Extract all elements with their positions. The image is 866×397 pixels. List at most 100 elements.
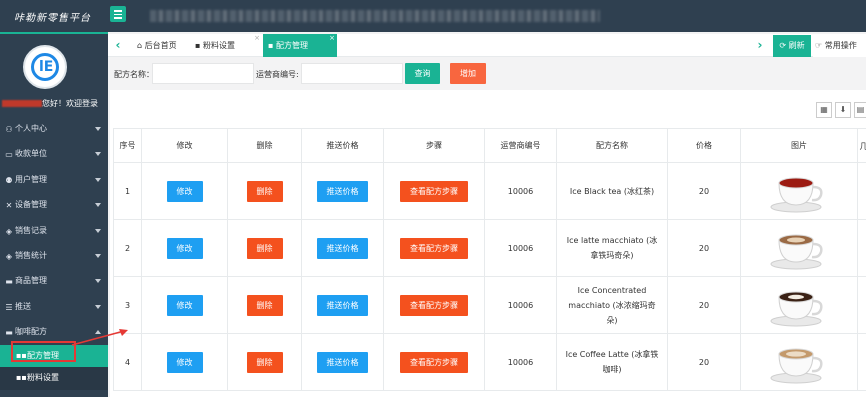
tab-recipe-management[interactable]: ▪ 配方管理 × xyxy=(263,34,337,57)
cell-operator-id: 10006 xyxy=(484,162,557,220)
push-price-button[interactable]: 推送价格 xyxy=(317,294,368,316)
cell-price: 20 xyxy=(667,219,741,277)
black-tea-cup-image xyxy=(770,177,823,213)
sidebar-item-products[interactable]: ▬ 商品管理 xyxy=(0,268,108,293)
recipe-name-label: 配方名称： xyxy=(114,70,154,79)
col-header-push-price[interactable]: 推送价格 xyxy=(301,128,384,163)
table-panel: ▦ ⬇ ▤ 序号 修改 删除 推送价格 步骤 运营商编号 配方名称 价格 图片 … xyxy=(110,90,866,397)
refresh-button[interactable]: ⟳ 刷新 xyxy=(773,35,811,57)
common-ops-button[interactable]: ☞ 常用操作 xyxy=(813,34,866,57)
col-header-recipe-name[interactable]: 配方名称 xyxy=(556,128,668,163)
table-row: 2 修改 删除 推送价格 查看配方步骤 10006 Ice latte macc… xyxy=(113,219,866,277)
sidebar-item-users[interactable]: ⚉ 用户管理 xyxy=(0,167,108,192)
query-button[interactable]: 查询 xyxy=(405,63,440,84)
add-button[interactable]: 增加 xyxy=(450,63,486,84)
operator-id-input[interactable] xyxy=(301,63,403,84)
tab-close-icon[interactable]: × xyxy=(329,27,335,50)
col-header-index[interactable]: 序号 xyxy=(113,128,142,163)
tab-scroll-right-icon[interactable]: › xyxy=(750,34,770,57)
view-steps-button[interactable]: 查看配方步骤 xyxy=(400,351,468,373)
cell-push: 推送价格 xyxy=(301,333,384,391)
blurred-header-text xyxy=(150,10,600,22)
col-header-boxes[interactable]: 几料盒配方 xyxy=(857,128,866,163)
sidebar-item-personal[interactable]: ⚇ 个人中心 xyxy=(0,116,108,141)
cell-recipe-name: Ice latte macchiato (冰拿铁玛奇朵) xyxy=(556,219,668,277)
cell-delete: 删除 xyxy=(227,162,302,220)
view-steps-button[interactable]: 查看配方步骤 xyxy=(400,294,468,316)
cell-operator-id: 10006 xyxy=(484,333,557,391)
shield-icon: ◈ xyxy=(5,226,13,236)
push-price-button[interactable]: 推送价格 xyxy=(317,180,368,202)
shield-icon: ◈ xyxy=(5,251,13,261)
tab-scroll-left-icon[interactable]: ‹ xyxy=(108,34,128,57)
cell-steps: 查看配方步骤 xyxy=(383,333,485,391)
tab-close-icon[interactable]: × xyxy=(254,27,260,50)
delete-button[interactable]: 删除 xyxy=(246,180,283,202)
push-price-button[interactable]: 推送价格 xyxy=(317,237,368,259)
cell-index: 3 xyxy=(113,276,142,334)
sidebar-item-label: 销售记录 xyxy=(15,225,47,235)
user-icon: ⚇ xyxy=(5,125,13,134)
col-header-edit[interactable]: 修改 xyxy=(141,128,228,163)
delete-button[interactable]: 删除 xyxy=(246,351,283,373)
sidebar-item-label: 用户管理 xyxy=(15,174,47,184)
table-row: 1 修改 删除 推送价格 查看配方步骤 10006 Ice Black tea … xyxy=(113,162,866,220)
sidebar-item-label: 设备管理 xyxy=(15,200,47,210)
tab-home[interactable]: ⌂ 后台首页 xyxy=(132,34,190,57)
chevron-down-icon xyxy=(95,177,101,182)
sidebar-item-sales-stats[interactable]: ◈ 销售统计 xyxy=(0,243,108,268)
view-steps-button[interactable]: 查看配方步骤 xyxy=(400,237,468,259)
edit-button[interactable]: 修改 xyxy=(166,180,203,202)
tab-label: 配方管理 xyxy=(275,41,308,50)
tab-powder-settings[interactable]: ▪ 粉料设置 × xyxy=(190,34,262,57)
chevron-down-icon xyxy=(95,203,101,208)
cell-steps: 查看配方步骤 xyxy=(383,276,485,334)
brand-logo-text: 咔勒新零售平台 xyxy=(14,13,91,24)
view-steps-button[interactable]: 查看配方步骤 xyxy=(400,180,468,202)
table-header-row: 序号 修改 删除 推送价格 步骤 运营商编号 配方名称 价格 图片 几料盒配方 xyxy=(113,128,866,163)
col-header-price[interactable]: 价格 xyxy=(667,128,741,163)
edit-button[interactable]: 修改 xyxy=(166,351,203,373)
cell-index: 1 xyxy=(113,162,142,220)
col-header-delete[interactable]: 删除 xyxy=(227,128,302,163)
columns-toggle-icon[interactable]: ▦ xyxy=(816,102,832,118)
menu-toggle-button[interactable] xyxy=(110,6,126,22)
more-tools-icon[interactable]: ▤ xyxy=(854,102,866,118)
cell-index: 2 xyxy=(113,219,142,277)
tools-icon: ✕ xyxy=(5,201,13,211)
cell-boxes: 3 xyxy=(857,219,866,277)
edit-button[interactable]: 修改 xyxy=(166,237,203,259)
recipe-table: 序号 修改 删除 推送价格 步骤 运营商编号 配方名称 价格 图片 几料盒配方 xyxy=(113,128,866,391)
highlight-box xyxy=(11,341,76,362)
annotation-arrow-icon xyxy=(71,329,128,346)
sidebar-item-label: 推送 xyxy=(15,301,31,311)
folder-icon: ▬ xyxy=(5,328,13,338)
refresh-label: 刷新 xyxy=(788,41,805,50)
chevron-down-icon xyxy=(95,304,101,309)
push-price-button[interactable]: 推送价格 xyxy=(317,351,368,373)
chevron-down-icon xyxy=(95,279,101,284)
sidebar-item-label: 收款单位 xyxy=(15,149,47,159)
delete-button[interactable]: 删除 xyxy=(246,237,283,259)
sidebar-item-label: 销售统计 xyxy=(15,250,47,260)
cell-boxes: 3 xyxy=(857,276,866,334)
cell-delete: 删除 xyxy=(227,276,302,334)
edit-button[interactable]: 修改 xyxy=(166,294,203,316)
sidebar-subitem-powder-settings[interactable]: ▪▪粉料设置 xyxy=(0,367,108,390)
delete-button[interactable]: 删除 xyxy=(246,294,283,316)
sidebar-item-push[interactable]: ☰ 推送 xyxy=(0,294,108,319)
sidebar-item-devices[interactable]: ✕ 设备管理 xyxy=(0,192,108,217)
col-header-image[interactable]: 图片 xyxy=(740,128,858,163)
sidebar-item-sales-records[interactable]: ◈ 销售记录 xyxy=(0,218,108,243)
recipe-name-input[interactable] xyxy=(152,63,254,84)
sidebar-item-payee[interactable]: ▭ 收款单位 xyxy=(0,141,108,166)
export-icon[interactable]: ⬇ xyxy=(835,102,851,118)
tab-label: 后台首页 xyxy=(144,41,177,50)
redacted-username xyxy=(2,100,42,107)
table-row: 4 修改 删除 推送价格 查看配方步骤 10006 Ice Coffee Lat… xyxy=(113,333,866,391)
col-header-steps[interactable]: 步骤 xyxy=(383,128,485,163)
cell-recipe-name: Ice Coffee Latte (冰拿铁咖啡) xyxy=(556,333,668,391)
sidebar-item-label: 咖啡配方 xyxy=(15,327,47,337)
col-header-operator-id[interactable]: 运营商编号 xyxy=(484,128,557,163)
cell-push: 推送价格 xyxy=(301,276,384,334)
